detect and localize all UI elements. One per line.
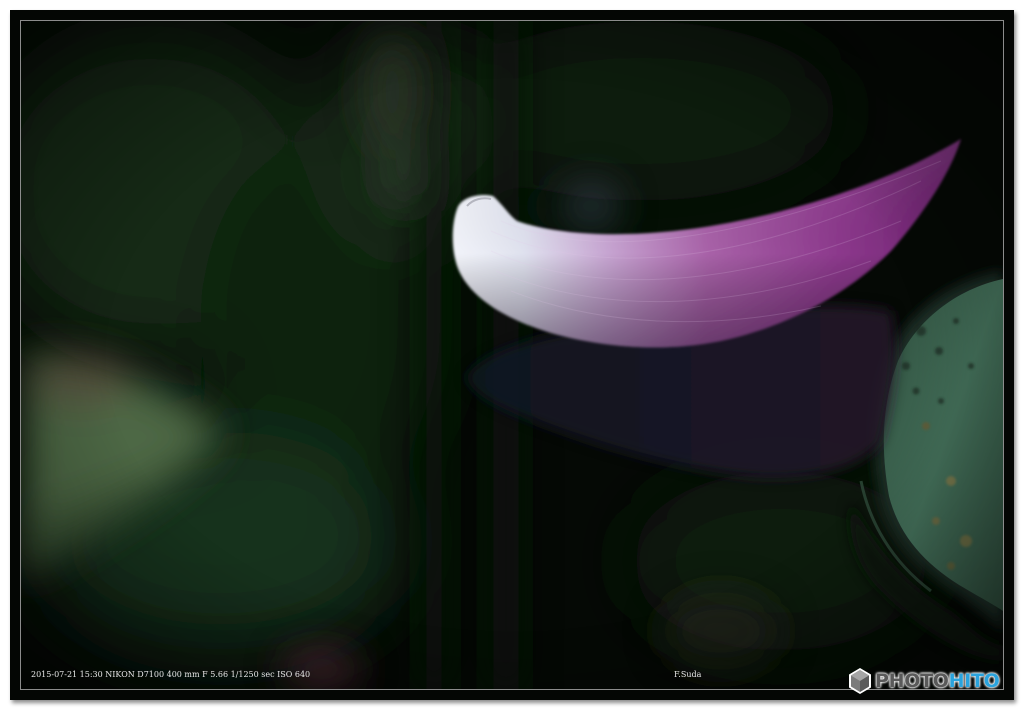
hexagon-logo-icon <box>849 668 871 694</box>
photo-page: 2015-07-21 15:30 NIKON D7100 400 mm F 5.… <box>0 0 1024 710</box>
watermark-text-photo: PHOTO <box>875 669 949 692</box>
watermark-text-hito: HITO <box>948 669 1000 692</box>
author-caption: F.Suda <box>674 670 702 679</box>
photohito-watermark: PHOTOHITO <box>848 664 1000 698</box>
watermark-text: PHOTOHITO <box>875 669 1000 692</box>
exif-caption: 2015-07-21 15:30 NIKON D7100 400 mm F 5.… <box>31 670 311 679</box>
lotus-photo <box>20 20 1004 690</box>
